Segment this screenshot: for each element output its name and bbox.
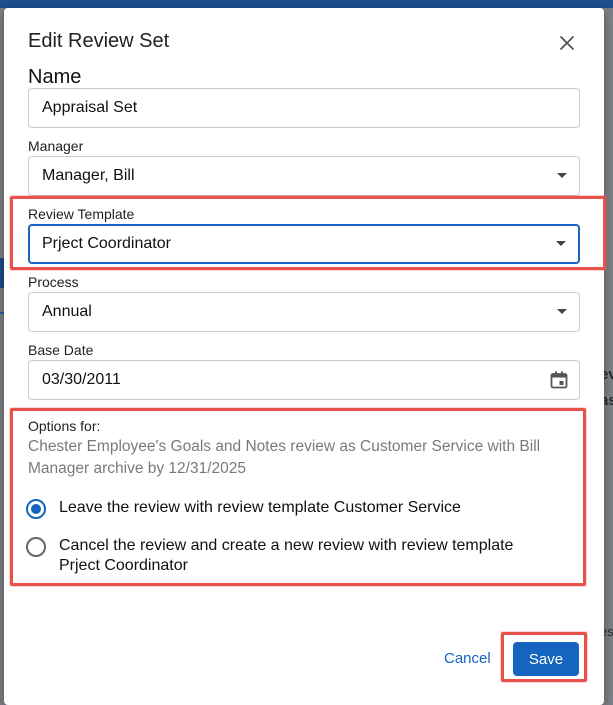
- cancel-button[interactable]: Cancel: [444, 650, 491, 667]
- calendar-icon[interactable]: [549, 370, 569, 390]
- base-date-label: Base Date: [28, 342, 94, 358]
- dialog-title: Edit Review Set: [28, 30, 170, 52]
- radio-option-label: Leave the review with review template Cu…: [59, 499, 461, 516]
- close-icon: [560, 36, 574, 50]
- name-heading: Name: [28, 66, 82, 88]
- save-button[interactable]: Save: [513, 642, 579, 676]
- radio-button[interactable]: [26, 537, 46, 557]
- radio-option-label: Cancel the review and create a new revie…: [59, 537, 514, 574]
- name-input-value: Appraisal Set: [42, 99, 138, 116]
- process-label: Process: [28, 274, 79, 290]
- manager-select[interactable]: Manager, Bill: [28, 156, 580, 196]
- process-select[interactable]: Annual: [28, 292, 580, 332]
- chevron-down-icon: [556, 241, 566, 246]
- review-template-select-value: Prject Coordinator: [42, 235, 171, 252]
- background-topbar: [0, 0, 613, 8]
- base-date-input-value: 03/30/2011: [42, 371, 121, 388]
- name-input[interactable]: Appraisal Set: [28, 88, 580, 128]
- manager-select-value: Manager, Bill: [42, 167, 135, 184]
- edit-review-set-dialog: Edit Review Set Name Appraisal Set Manag…: [4, 8, 604, 705]
- manager-label: Manager: [28, 138, 84, 154]
- radio-option-cancel-and-create[interactable]: Cancel the review and create a new revie…: [26, 536, 539, 576]
- chevron-down-icon: [557, 173, 567, 178]
- chevron-down-icon: [557, 309, 567, 314]
- process-select-value: Annual: [42, 303, 92, 320]
- radio-button-checked[interactable]: [26, 499, 46, 519]
- base-date-input[interactable]: 03/30/2011: [28, 360, 580, 400]
- options-description: Chester Employee's Goals and Notes revie…: [28, 438, 541, 477]
- close-button[interactable]: [556, 32, 578, 54]
- radio-option-leave-review[interactable]: Leave the review with review template Cu…: [26, 498, 539, 519]
- options-label: Options for:: [28, 418, 101, 434]
- review-template-select[interactable]: Prject Coordinator: [28, 224, 580, 264]
- review-template-label: Review Template: [28, 206, 135, 222]
